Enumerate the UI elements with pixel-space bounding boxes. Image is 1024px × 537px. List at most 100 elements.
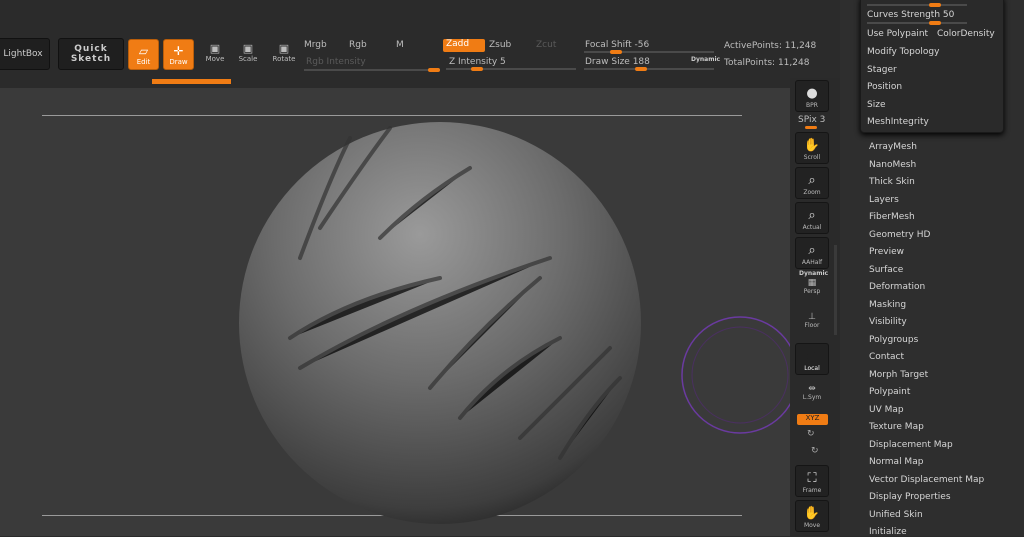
shelf-scrollbar[interactable] xyxy=(834,245,837,335)
zsub-button[interactable]: Zsub xyxy=(489,40,511,50)
draw-button[interactable]: ✛ Draw xyxy=(163,39,194,70)
sphere-mesh xyxy=(239,122,641,524)
bpr-label: BPR xyxy=(806,102,818,109)
lightbox-label: LightBox xyxy=(3,49,43,59)
scale-label: Scale xyxy=(238,55,258,63)
curves-strength-track[interactable] xyxy=(867,21,967,25)
tool-menu-item[interactable]: Displacement Map xyxy=(869,440,953,450)
geometry-popup: Curves Strength 50 Use Polypaint ColorDe… xyxy=(860,0,1004,133)
popup-menu-item[interactable]: MeshIntegrity xyxy=(867,117,929,127)
spix-slider[interactable]: SPix 3 xyxy=(798,115,825,125)
tool-menu-item[interactable]: Texture Map xyxy=(869,422,924,432)
z-intensity-label: Z Intensity 5 xyxy=(449,57,506,67)
rgb-intensity-track[interactable] xyxy=(304,68,440,72)
move-view-label: Move xyxy=(803,522,821,529)
symmetry-icon: ⇹ xyxy=(808,384,816,394)
sphere-icon: ● xyxy=(806,86,818,101)
tool-menu-item[interactable]: Morph Target xyxy=(869,370,928,380)
edit-mode-indicator xyxy=(152,79,231,84)
zcut-button[interactable]: Zcut xyxy=(536,40,556,50)
tool-menu-item[interactable]: ArrayMesh xyxy=(869,142,917,152)
rgb-button[interactable]: Rgb xyxy=(349,40,367,50)
tool-menu-item[interactable]: Polygroups xyxy=(869,335,918,345)
local-button[interactable]: ● Local xyxy=(795,343,829,375)
move-button[interactable]: ▣ Move xyxy=(203,42,227,63)
bpr-button[interactable]: ● BPR xyxy=(795,80,829,112)
lsym-button[interactable]: ⇹ L.Sym xyxy=(798,384,826,401)
frame-icon: ⛶ xyxy=(807,471,817,486)
popup-menu-item[interactable]: Position xyxy=(867,82,902,92)
tool-menu-item[interactable]: Display Properties xyxy=(869,492,951,502)
local-icon: ● xyxy=(806,349,818,364)
magnifier-icon: ⌕ xyxy=(808,173,816,188)
brush-cursor-inner-ring xyxy=(691,326,789,424)
focal-shift-label: Focal Shift -56 xyxy=(585,40,650,50)
curves-strength-slider[interactable]: Curves Strength 50 xyxy=(867,10,954,20)
zoom-button[interactable]: ⌕ Zoom xyxy=(795,167,829,199)
tool-menu-item[interactable]: Masking xyxy=(869,300,906,310)
use-polypaint-toggle[interactable]: Use Polypaint xyxy=(867,29,928,39)
mrgb-button[interactable]: Mrgb xyxy=(304,40,327,50)
edit-button[interactable]: ▱ Edit xyxy=(128,39,159,70)
magnifier-icon: ⌕ xyxy=(808,243,816,258)
lightbox-button[interactable]: LightBox xyxy=(0,38,50,70)
tool-menu-item[interactable]: UV Map xyxy=(869,405,904,415)
tool-menu-item[interactable]: FiberMesh xyxy=(869,212,915,222)
tool-menu-item[interactable]: NanoMesh xyxy=(869,160,916,170)
popup-menu-item[interactable]: Modify Topology xyxy=(867,47,939,57)
tool-menu-item[interactable]: Geometry HD xyxy=(869,230,930,240)
dynamic-toggle[interactable]: Dynamic xyxy=(691,56,720,63)
z-intensity-slider[interactable] xyxy=(446,67,576,71)
floor-label: Floor xyxy=(804,322,820,329)
document-canvas[interactable] xyxy=(0,88,790,536)
active-points: ActivePoints: 11,248 xyxy=(724,41,817,51)
draw-label: Draw xyxy=(169,57,188,66)
actual-label: Actual xyxy=(802,224,822,231)
floor-button[interactable]: ⊥ Floor xyxy=(798,312,826,329)
rgb-intensity-slider[interactable]: Rgb Intensity xyxy=(306,57,366,67)
tool-menu-item[interactable]: Polypaint xyxy=(869,387,910,397)
tool-menu-item[interactable]: Thick Skin xyxy=(869,177,915,187)
aahalf-button[interactable]: ⌕ AAHalf xyxy=(795,237,829,269)
rotate-y-icon[interactable]: ↻ xyxy=(807,429,815,439)
magnifier-icon: ⌕ xyxy=(808,208,816,223)
popup-menu-item[interactable]: Size xyxy=(867,100,885,110)
rotate-icon: ▣ xyxy=(278,42,290,55)
scale-button[interactable]: ▣ Scale xyxy=(236,42,260,63)
tool-menu-item[interactable]: Deformation xyxy=(869,282,925,292)
zadd-button[interactable]: Zadd xyxy=(443,39,485,52)
scroll-button[interactable]: ✋ Scroll xyxy=(795,132,829,164)
popup-top-slider[interactable] xyxy=(867,3,967,7)
m-button[interactable]: M xyxy=(396,40,404,50)
dynamic-persp-toggle[interactable]: Dynamic xyxy=(799,270,828,277)
sculpt-viewport[interactable] xyxy=(0,88,790,536)
move-view-button[interactable]: ✋ Move xyxy=(795,500,829,532)
actual-button[interactable]: ⌕ Actual xyxy=(795,202,829,234)
total-points: TotalPoints: 11,248 xyxy=(724,58,810,68)
edit-icon: ▱ xyxy=(138,43,149,58)
persp-label: Persp xyxy=(803,288,821,295)
tool-menu-item[interactable]: Vector Displacement Map xyxy=(869,475,984,485)
focal-shift-slider[interactable] xyxy=(584,50,714,54)
move-label: Move xyxy=(205,55,225,63)
tool-menu-item[interactable]: Preview xyxy=(869,247,904,257)
persp-button[interactable]: ▦ Persp xyxy=(798,278,826,295)
xyz-button[interactable]: XYZ xyxy=(797,414,828,425)
tool-menu-item[interactable]: Unified Skin xyxy=(869,510,923,520)
popup-menu-item[interactable]: Stager xyxy=(867,65,897,75)
quick-sketch-button[interactable]: Quick Sketch xyxy=(58,38,124,70)
spix-knob[interactable] xyxy=(805,126,817,129)
tool-menu-item[interactable]: Contact xyxy=(869,352,904,362)
tool-menu-item[interactable]: Layers xyxy=(869,195,899,205)
rotate-z-icon[interactable]: ↻ xyxy=(811,446,819,456)
draw-size-slider[interactable] xyxy=(584,67,714,71)
grid-icon: ▦ xyxy=(807,278,817,288)
color-density-slider[interactable]: ColorDensity xyxy=(937,29,995,39)
draw-icon: ✛ xyxy=(173,43,184,58)
edit-label: Edit xyxy=(136,57,151,66)
tool-menu-item[interactable]: Surface xyxy=(869,265,903,275)
tool-menu-item[interactable]: Normal Map xyxy=(869,457,923,467)
rotate-button[interactable]: ▣ Rotate xyxy=(272,42,296,63)
tool-menu-item[interactable]: Visibility xyxy=(869,317,907,327)
frame-button[interactable]: ⛶ Frame xyxy=(795,465,829,497)
